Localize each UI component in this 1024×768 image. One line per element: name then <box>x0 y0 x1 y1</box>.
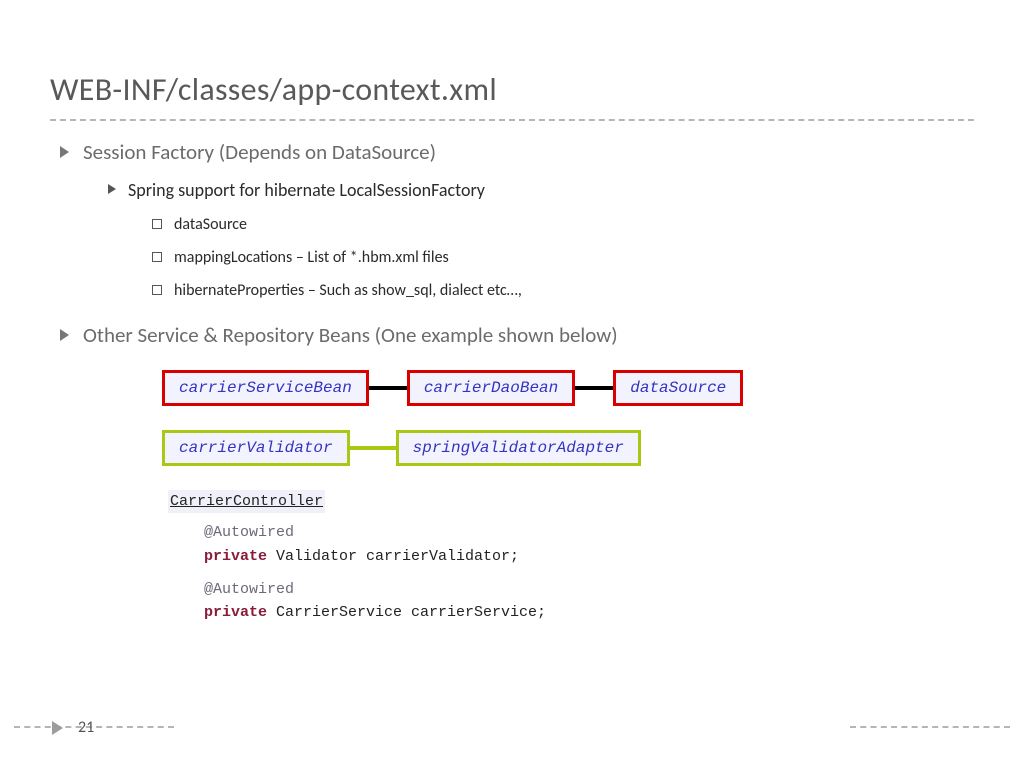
bullet-level3: hibernateProperties – Such as show_sql, … <box>152 281 974 300</box>
triangle-bullet-icon <box>60 146 69 158</box>
slide-title: WEB-INF/classes/app-context.xml <box>50 70 974 109</box>
bullet-text: Spring support for hibernate LocalSessio… <box>128 179 485 201</box>
slide: WEB-INF/classes/app-context.xml Session … <box>0 0 1024 768</box>
bullet-text: dataSource <box>174 215 247 234</box>
footer-dash-right <box>850 726 1010 728</box>
bullet-level2: Spring support for hibernate LocalSessio… <box>108 179 974 201</box>
square-bullet-icon <box>152 252 162 262</box>
bullet-level3: mappingLocations – List of *.hbm.xml fil… <box>152 248 974 267</box>
triangle-bullet-icon <box>60 329 69 341</box>
bullet-text: mappingLocations – List of *.hbm.xml fil… <box>174 248 449 267</box>
slide-footer: 21 <box>0 718 1024 738</box>
square-bullet-icon <box>152 219 162 229</box>
page-number: 21 <box>78 718 94 737</box>
diagram-row-red: carrierServiceBean carrierDaoBean dataSo… <box>162 370 974 406</box>
code-annotation: @Autowired <box>204 524 294 541</box>
bean-box: dataSource <box>613 370 743 406</box>
bullet-text: hibernateProperties – Such as show_sql, … <box>174 281 522 300</box>
code-snippet: CarrierController @Autowired private Val… <box>168 490 974 624</box>
bullet-level1: Other Service & Repository Beans (One ex… <box>60 322 974 348</box>
code-keyword: private <box>204 548 267 565</box>
code-class-name: CarrierController <box>168 490 325 513</box>
code-keyword: private <box>204 604 267 621</box>
triangle-bullet-icon <box>108 184 116 194</box>
bean-box: carrierValidator <box>162 430 350 466</box>
bean-box: carrierDaoBean <box>407 370 575 406</box>
diagram-row-green: carrierValidator springValidatorAdapter <box>162 430 974 466</box>
bullet-text: Other Service & Repository Beans (One ex… <box>83 322 618 348</box>
title-separator <box>50 119 974 121</box>
page-marker-icon <box>52 721 63 735</box>
diagram-area: carrierServiceBean carrierDaoBean dataSo… <box>162 370 974 466</box>
bean-box: springValidatorAdapter <box>396 430 641 466</box>
code-text: Validator carrierValidator; <box>267 548 519 565</box>
connector-line <box>350 446 396 450</box>
code-text: CarrierService carrierService; <box>267 604 546 621</box>
bean-box: carrierServiceBean <box>162 370 369 406</box>
connector-line <box>369 386 407 390</box>
square-bullet-icon <box>152 285 162 295</box>
bullet-text: Session Factory (Depends on DataSource) <box>83 139 436 165</box>
bullet-level1: Session Factory (Depends on DataSource) <box>60 139 974 165</box>
connector-line <box>575 386 613 390</box>
bullet-level3: dataSource <box>152 215 974 234</box>
code-annotation: @Autowired <box>204 581 294 598</box>
